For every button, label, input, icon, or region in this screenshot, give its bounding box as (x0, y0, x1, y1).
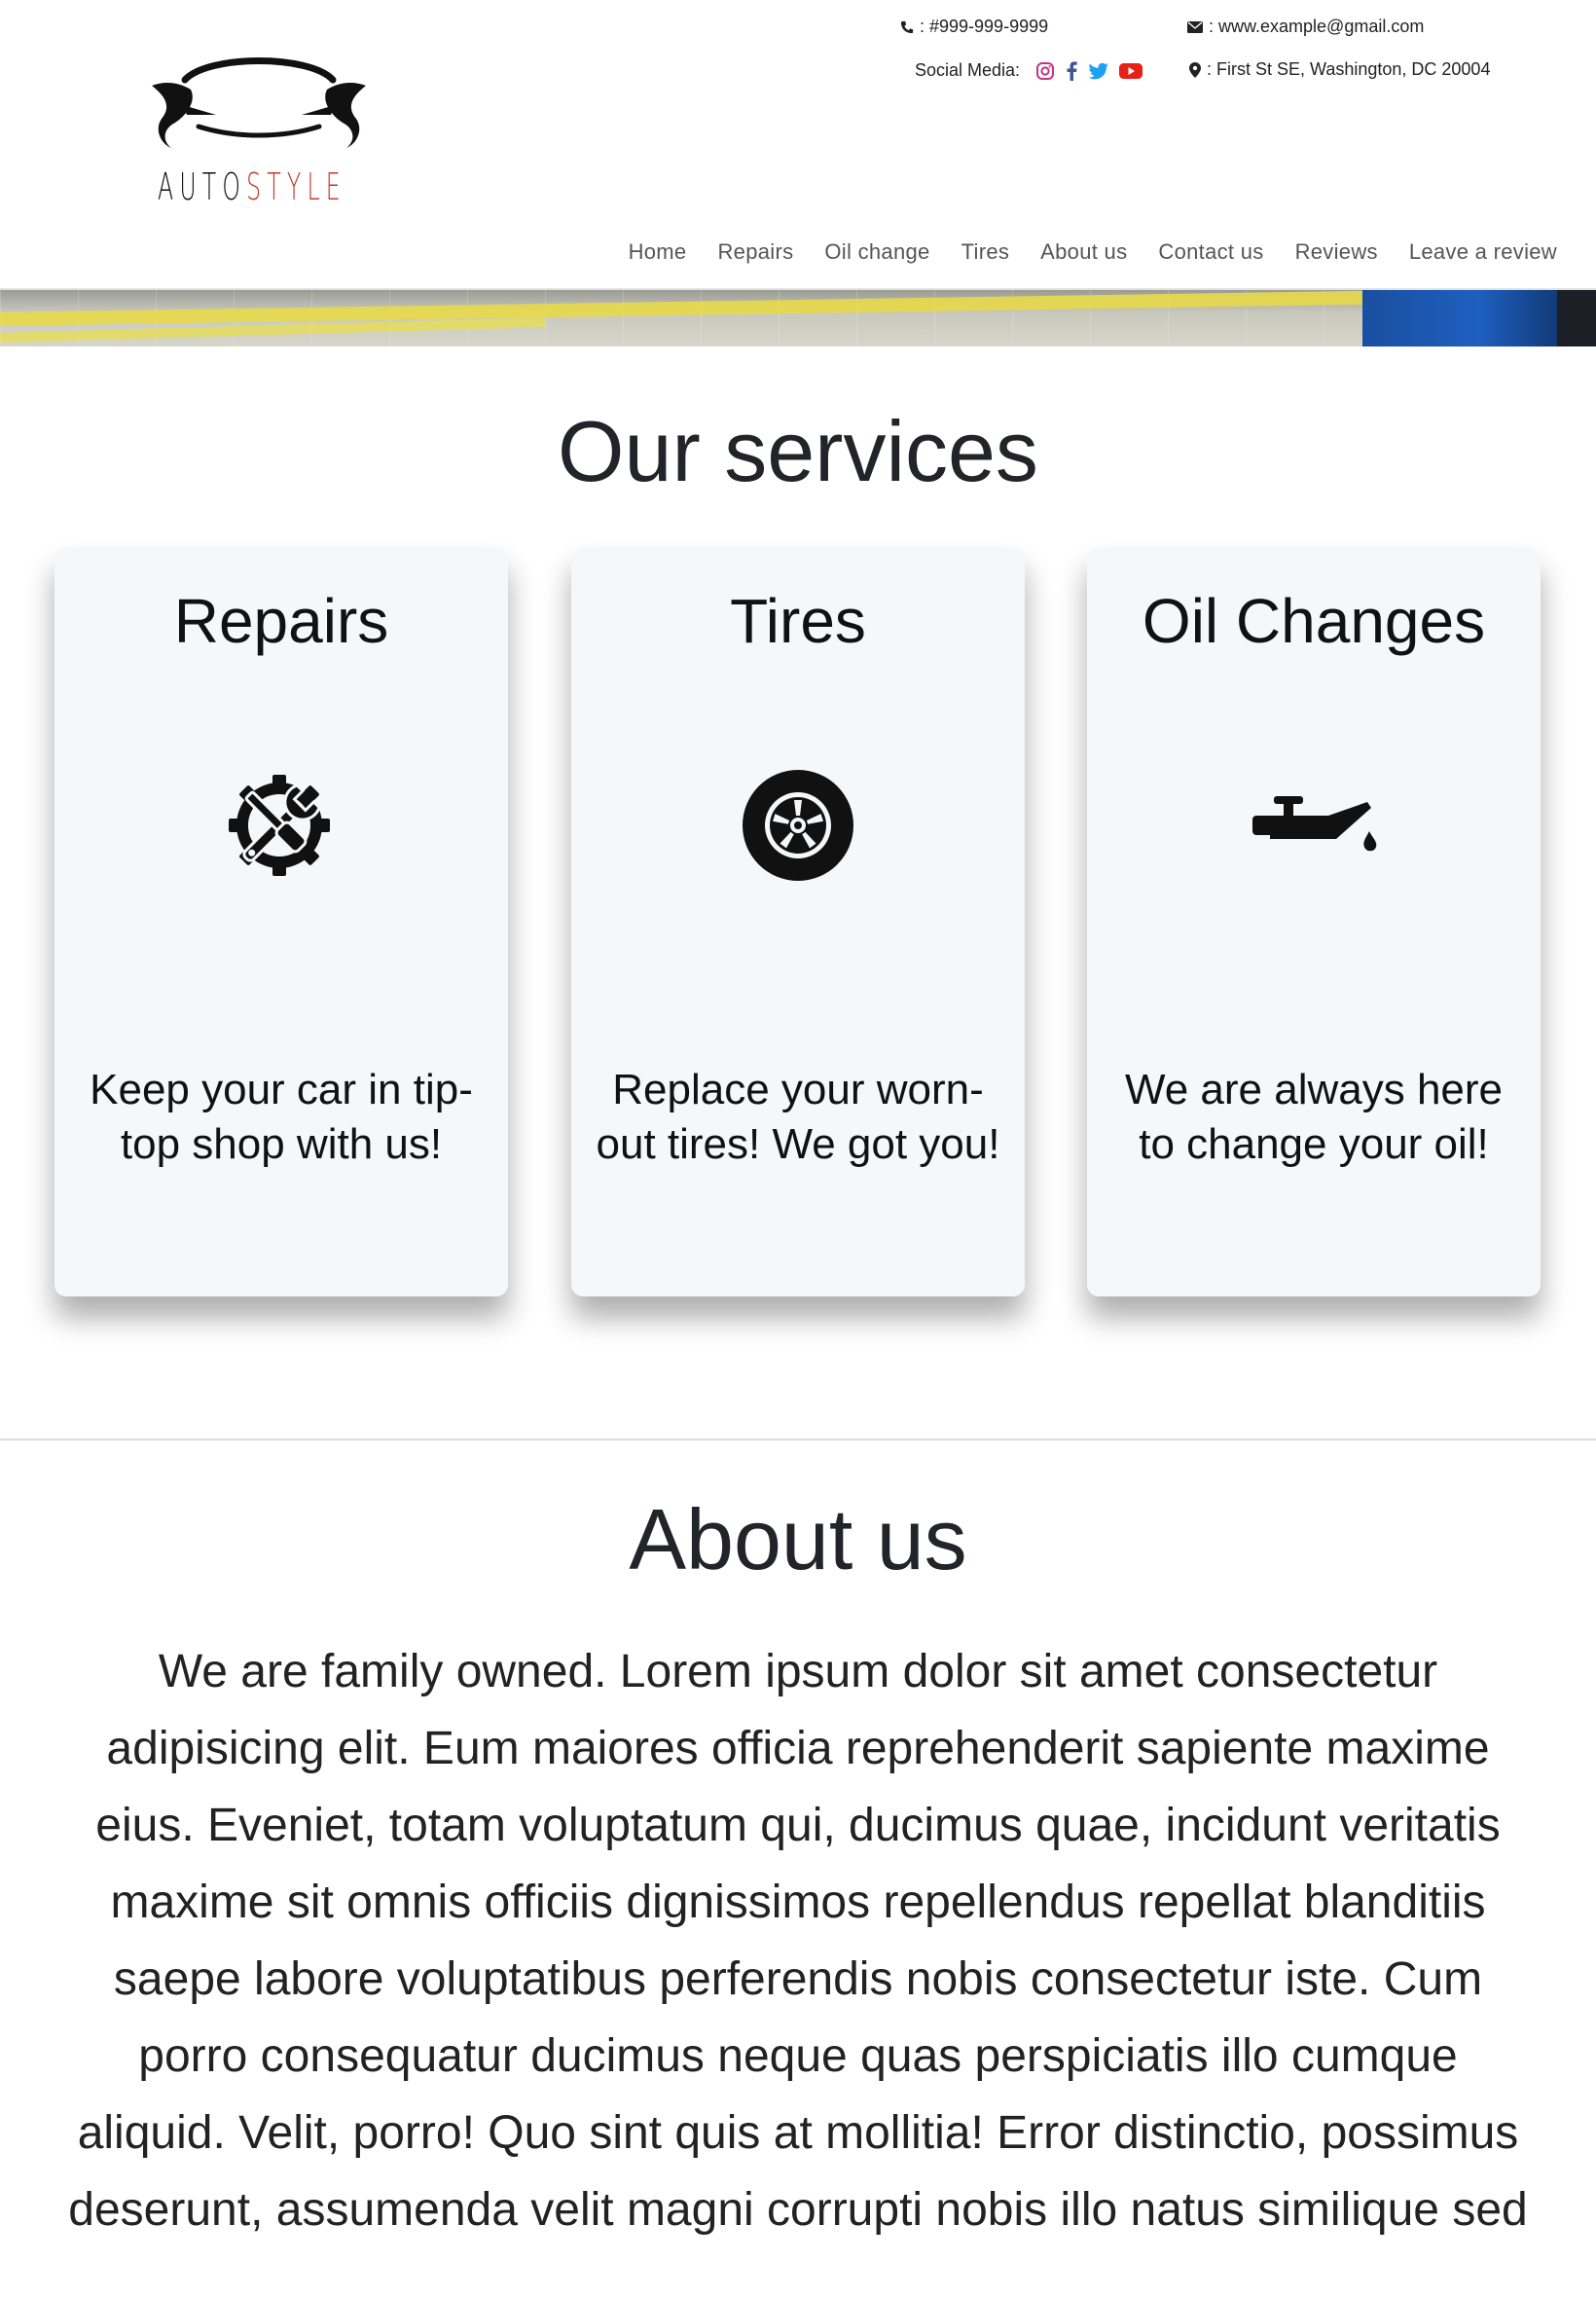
social-icons (1035, 60, 1143, 81)
nav-item-home[interactable]: Home (613, 239, 703, 265)
contact-address-text: : First St SE, Washington, DC 20004 (1207, 59, 1491, 79)
service-card-title: Repairs (173, 586, 389, 656)
nav-item-repairs[interactable]: Repairs (702, 239, 809, 265)
services-section: Our services Repairs Keep your car in ti… (0, 403, 1596, 1306)
contact-phone[interactable]: : #999-999-9999 (900, 17, 1048, 37)
service-card-text: We are always here to change your oil! (1124, 1066, 1504, 1168)
services-title: Our services (558, 403, 1038, 499)
about-text: We are family owned. Lorem ipsum dolor s… (68, 1646, 1528, 2236)
brand-wordmark: AUTOSTYLE (158, 165, 346, 208)
brand-name-part2: STYLE (246, 165, 346, 208)
nav-item-oil-change[interactable]: Oil change (809, 239, 945, 265)
contact-email[interactable]: : www.example@gmail.com (1187, 17, 1424, 37)
brand-name-part1: AUTO (158, 165, 247, 208)
service-card-tires[interactable]: Tires Replace your worn-out tires! We go… (571, 547, 1025, 1296)
phone-icon (900, 20, 914, 33)
service-card-title: Oil Changes (1142, 586, 1486, 656)
tire-icon (743, 770, 853, 881)
service-card-text: Replace your worn-out tires! We got you! (596, 1066, 1000, 1168)
service-card-title: Tires (730, 586, 866, 656)
social-media-row: Social Media: (915, 60, 1143, 81)
map-marker-icon (1189, 61, 1201, 78)
nav-item-about-us[interactable]: About us (1025, 239, 1143, 265)
facebook-icon[interactable] (1065, 60, 1078, 81)
service-card-repairs[interactable]: Repairs Keep your car in tip-top shop wi… (54, 547, 508, 1296)
section-divider (0, 1439, 1596, 1440)
service-card-oil-changes[interactable]: Oil Changes We are always here to change… (1087, 547, 1541, 1296)
about-section: About us We are family owned. Lorem ipsu… (0, 1491, 1596, 2248)
about-title: About us (629, 1491, 967, 1587)
main-nav: Home Repairs Oil change Tires About us C… (613, 239, 1557, 265)
nav-item-tires[interactable]: Tires (946, 239, 1026, 265)
brand-logo[interactable]: AUTOSTYLE (148, 51, 370, 216)
instagram-icon[interactable] (1035, 61, 1055, 81)
service-card-text: Keep your car in tip-top shop with us! (90, 1066, 473, 1168)
twitter-icon[interactable] (1088, 62, 1109, 80)
envelope-icon (1187, 20, 1203, 33)
site-header: AUTOSTYLE : #999-999-9999 : www.example@… (0, 0, 1596, 290)
gear-wrench-icon (229, 775, 330, 876)
nav-item-contact-us[interactable]: Contact us (1143, 239, 1279, 265)
contact-email-text: : www.example@gmail.com (1209, 17, 1425, 36)
car-silhouette-icon (152, 57, 366, 148)
contact-address[interactable]: : First St SE, Washington, DC 20004 (1189, 59, 1490, 80)
hero-image-strip (0, 290, 1596, 346)
contact-phone-text: : #999-999-9999 (920, 17, 1049, 36)
nav-item-leave-a-review[interactable]: Leave a review (1394, 239, 1557, 265)
oil-can-icon (1252, 796, 1377, 852)
social-media-label: Social Media: (915, 60, 1021, 80)
services-cards: Repairs Keep your car in tip-top shop wi… (0, 547, 1596, 1306)
youtube-icon[interactable] (1119, 62, 1143, 80)
nav-item-reviews[interactable]: Reviews (1280, 239, 1394, 265)
